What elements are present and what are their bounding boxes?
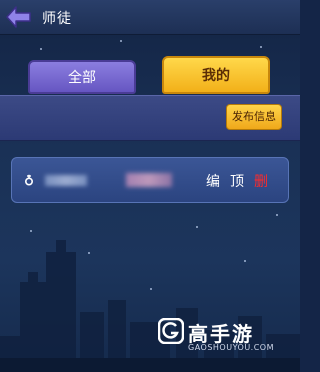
player-name-blurred	[45, 175, 87, 186]
player-info-blurred	[126, 173, 172, 187]
watermark: 高手游 GAOSHOUYOU.COM	[158, 318, 288, 354]
delete-button[interactable]: 删	[254, 171, 268, 191]
tab-mine-label: 我的	[202, 68, 230, 84]
tab-mine[interactable]: 我的	[162, 56, 270, 94]
tab-all-label: 全部	[68, 70, 96, 86]
page-title: 师徒	[42, 11, 72, 27]
back-arrow-icon	[6, 6, 31, 28]
back-button[interactable]	[4, 4, 34, 30]
watermark-brand-en: GAOSHOUYOU.COM	[188, 343, 275, 352]
post-info-button[interactable]: 发布信息	[226, 104, 282, 130]
edit-button[interactable]: 编	[206, 171, 220, 191]
header-bar: 师徒	[0, 0, 300, 35]
game-scene: 师徒 全部 我的 发布信息 编 顶 删 高手游 GAOSHOUYOU.COM	[0, 0, 300, 372]
gender-icon	[24, 174, 34, 186]
list-item[interactable]: 编 顶 删	[11, 157, 289, 203]
top-button[interactable]: 顶	[230, 171, 244, 191]
gaoshouyou-logo-icon	[158, 318, 184, 344]
tab-all[interactable]: 全部	[28, 60, 136, 94]
